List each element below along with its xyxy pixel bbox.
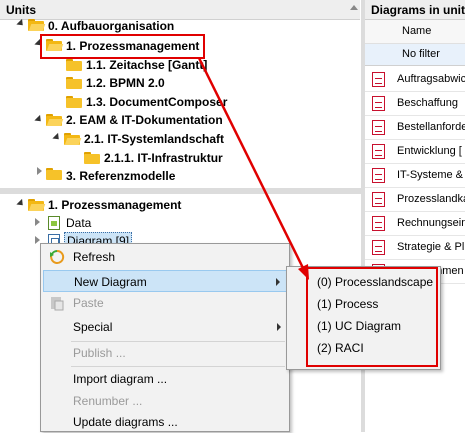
annotation-arrow [197, 57, 309, 280]
